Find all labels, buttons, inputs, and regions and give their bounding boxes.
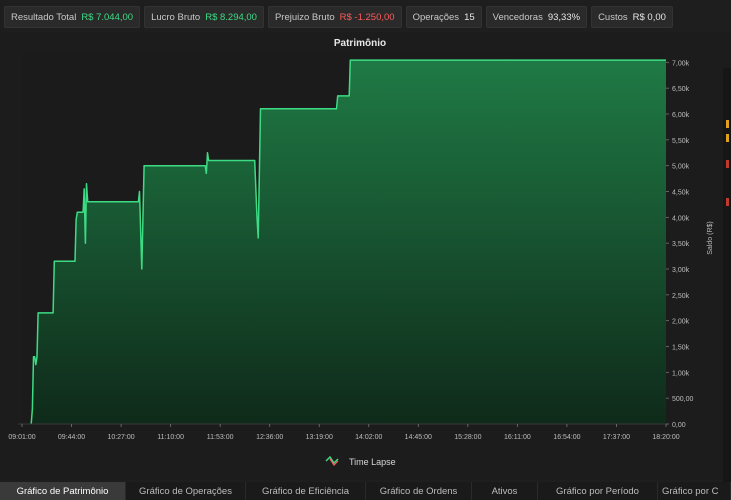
tab-grafico-ordens[interactable]: Gráfico de Ordens [366, 482, 472, 500]
tab-grafico-por-c[interactable]: Gráfico por C [658, 482, 731, 500]
y-tick-label: 6,00k [672, 112, 690, 119]
stat-value: R$ 8.294,00 [205, 11, 257, 23]
equity-chart-panel: Patrimônio 0,00 500,00 1,00k 1,50k 2,00k 2,50… [0, 32, 731, 500]
x-tick-label: 15:28:00 [454, 434, 481, 441]
x-tick-label: 09:01:00 [8, 434, 35, 441]
stat-label: Custos [598, 11, 628, 23]
stat-value: 93,33% [547, 11, 581, 23]
x-tick-label: 17:37:00 [603, 434, 630, 441]
edge-marker [726, 120, 729, 128]
stat-lucro-bruto: Lucro Bruto R$ 8.294,00 [144, 6, 264, 28]
equity-chart: 0,00 500,00 1,00k 1,50k 2,00k 2,50k 3,00k 3,50k… [8, 52, 714, 467]
x-tick-label: 11:10:00 [157, 434, 184, 441]
tab-grafico-eficiencia[interactable]: Gráfico de Eficiência [246, 482, 366, 500]
stat-custos: Custos R$ 0,00 [591, 6, 673, 28]
stat-label: Operações [412, 11, 460, 23]
x-tick-label: 11:53:00 [207, 434, 234, 441]
bottom-tab-bar: Gráfico de Patrimônio Gráfico de Operaçõ… [0, 482, 731, 500]
summary-stats-bar: Resultado Total R$ 7.044,00 Lucro Bruto … [0, 0, 731, 34]
y-tick-label: 2,50k [672, 293, 690, 300]
tab-grafico-operacoes[interactable]: Gráfico de Operações [126, 482, 246, 500]
y-axis-label: Saldo (R$) [707, 221, 714, 254]
y-tick-label: 3,00k [672, 267, 690, 274]
y-tick-label: 3,50k [672, 241, 690, 248]
tab-grafico-periodo[interactable]: Gráfico por Período [538, 482, 658, 500]
stat-prejuizo-bruto: Prejuizo Bruto R$ -1.250,00 [267, 6, 402, 28]
stat-value: R$ -1.250,00 [339, 11, 395, 23]
y-tick-label: 4,50k [672, 190, 690, 197]
y-tick-label: 0,00 [672, 422, 686, 429]
app-window: Resultado Total R$ 7.044,00 Lucro Bruto … [0, 0, 731, 500]
side-panel-edge [723, 68, 731, 500]
y-tick-label: 7,00k [672, 60, 690, 67]
chart-legend[interactable]: Time Lapse [325, 455, 396, 467]
x-tick-label: 16:54:00 [553, 434, 580, 441]
y-tick-label: 1,00k [672, 370, 690, 377]
x-tick-label: 09:44:00 [58, 434, 85, 441]
x-tick-label: 14:02:00 [355, 434, 382, 441]
x-tick-label: 14:45:00 [405, 434, 432, 441]
y-tick-label: 500,00 [672, 396, 694, 403]
stat-value: R$ 7.044,00 [81, 11, 134, 23]
stat-label: Resultado Total [11, 11, 77, 23]
edge-marker [726, 198, 729, 206]
stat-value: 15 [464, 11, 475, 23]
y-tick-label: 2,00k [672, 319, 690, 326]
tab-ativos[interactable]: Ativos [472, 482, 538, 500]
stat-label: Prejuizo Bruto [274, 11, 335, 23]
x-tick-label: 18:20:00 [652, 434, 679, 441]
stat-value: R$ 0,00 [632, 11, 666, 23]
x-tick-label: 13:19:00 [306, 434, 333, 441]
legend-label: Time Lapse [349, 457, 396, 467]
y-tick-label: 5,50k [672, 138, 690, 145]
y-tick-label: 6,50k [672, 86, 690, 93]
tab-grafico-patrimonio[interactable]: Gráfico de Patrimônio [0, 482, 126, 500]
stat-vencedoras: Vencedoras 93,33% [485, 6, 588, 28]
stat-resultado-total: Resultado Total R$ 7.044,00 [4, 6, 141, 28]
y-tick-label: 1,50k [672, 345, 690, 352]
x-tick-label: 16:11:00 [504, 434, 531, 441]
edge-marker [726, 160, 729, 168]
x-tick-label: 10:27:00 [107, 434, 134, 441]
stat-label: Vencedoras [492, 11, 543, 23]
x-tick-label: 12:36:00 [256, 434, 283, 441]
y-tick-label: 5,00k [672, 164, 690, 171]
edge-marker [726, 134, 729, 142]
stat-label: Lucro Bruto [151, 11, 201, 23]
y-tick-label: 4,00k [672, 215, 690, 222]
stat-operacoes: Operações 15 [405, 6, 482, 28]
